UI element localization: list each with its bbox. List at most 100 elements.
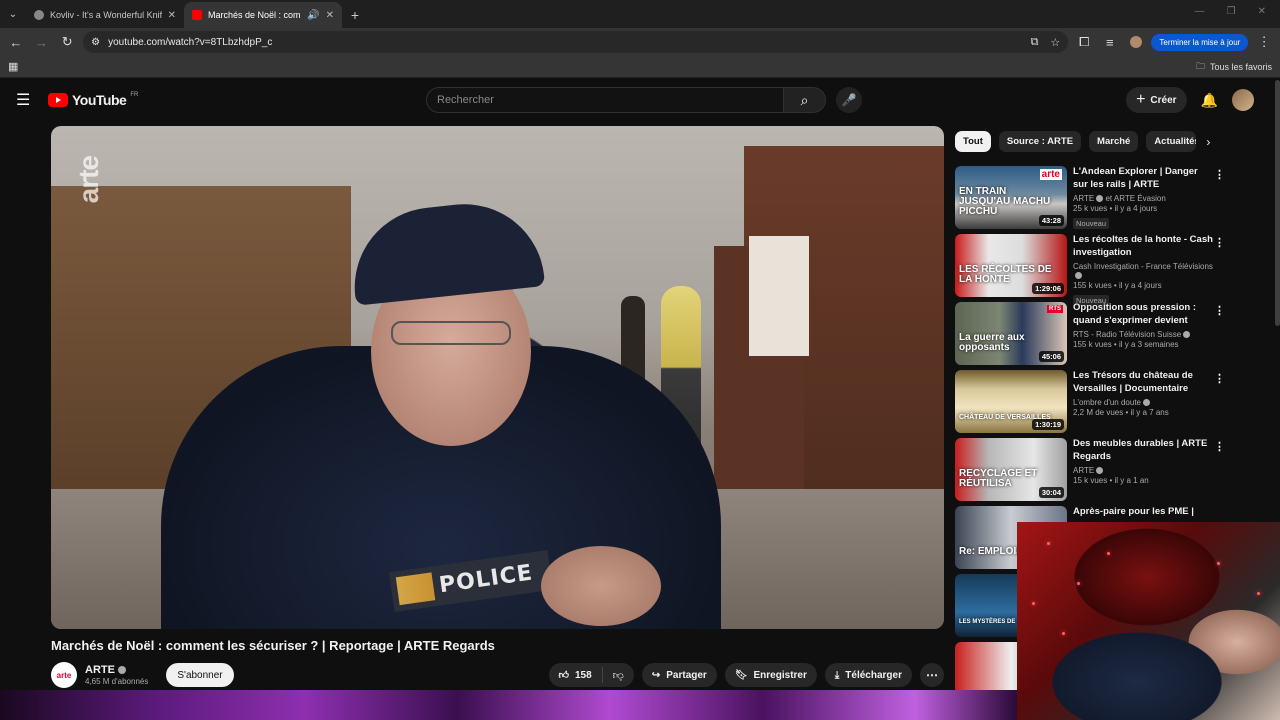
voice-search-button[interactable]: 🎤	[836, 87, 862, 113]
verified-icon	[117, 665, 126, 674]
chrome-menu-icon[interactable]: ⋮	[1254, 32, 1274, 52]
video-player[interactable]: POLICE arte	[51, 126, 944, 629]
video-frame-hand	[541, 546, 661, 626]
all-bookmarks-button[interactable]: 🗀 Tous les favoris	[1196, 59, 1272, 75]
video-frame-sign	[749, 236, 809, 356]
video-actions: 👍︎ 158 👎︎ ↪ Partager 🔖︎ Enregistrer ⤓ Téléch…	[548, 663, 944, 687]
video-thumbnail[interactable]: LES RÉCOLTES DE LA HONTE 1:29:06	[955, 234, 1067, 297]
tab-search-button[interactable]: ⌄	[0, 0, 26, 28]
search-input[interactable]	[426, 87, 784, 113]
profile-icon[interactable]	[1126, 32, 1146, 52]
subscribe-button[interactable]: S'abonner	[166, 663, 234, 687]
more-actions-button[interactable]: ⋯	[920, 663, 944, 687]
install-app-icon[interactable]: ⧉	[1031, 36, 1039, 49]
like-count: 158	[574, 669, 592, 681]
recommendation-title[interactable]: Après-paire pour les PME |	[1073, 506, 1213, 519]
save-button[interactable]: 🔖︎ Enregistrer	[724, 663, 817, 687]
address-bar[interactable]: ⚙ youtube.com/watch?v=8TLbzhdpP_c ⧉ ☆	[83, 31, 1069, 53]
chevron-right-icon[interactable]: ›	[1206, 135, 1210, 149]
close-tab-icon[interactable]: ✕	[326, 10, 334, 21]
recommendation-title[interactable]: Les Trésors du château de Versailles | D…	[1073, 370, 1213, 396]
close-window-icon[interactable]: ✕	[1258, 6, 1266, 17]
browser-tab-strip: ⌄ Kovliv - It's a Wonderful Knife ( ✕ Ma…	[0, 0, 1280, 28]
chip-all[interactable]: Tout	[955, 131, 991, 152]
recommendation-title[interactable]: Les récoltes de la honte - Cash investig…	[1073, 234, 1213, 260]
reload-icon[interactable]: ↻	[57, 32, 77, 52]
badge-patch	[395, 572, 436, 606]
notifications-bell-icon[interactable]: 🔔	[1201, 92, 1218, 109]
thumb-logo: arte	[1039, 169, 1062, 180]
minimize-icon[interactable]: —	[1195, 6, 1205, 17]
hamburger-menu-icon[interactable]: ☰	[16, 90, 36, 110]
more-vertical-icon[interactable]: ⋮	[1214, 372, 1225, 385]
subscriber-count: 4,65 M d'abonnés	[85, 676, 149, 686]
recommendation-channel[interactable]: ARTE	[1073, 194, 1094, 203]
speaker-icon[interactable]: 🔊	[307, 10, 319, 21]
recommendation-info: L'Andean Explorer | Danger sur les rails…	[1073, 166, 1213, 229]
recommendation-item[interactable]: CHÂTEAU DE VERSAILLES 1:30:19 Les Trésor…	[955, 370, 1225, 433]
recommendation-item[interactable]: RECYCLAGE ET RÉUTILISA 30:04 Des meubles…	[955, 438, 1225, 501]
reading-list-icon[interactable]: ≡	[1100, 32, 1120, 52]
url-text[interactable]: youtube.com/watch?v=8TLbzhdpP_c	[108, 37, 272, 48]
recommendation-item[interactable]: RTS La guerre aux opposants 45:06 Opposi…	[955, 302, 1225, 365]
video-thumbnail[interactable]: CHÂTEAU DE VERSAILLES 1:30:19	[955, 370, 1067, 433]
recommendation-title[interactable]: L'Andean Explorer | Danger sur les rails…	[1073, 166, 1213, 192]
duration-badge: 1:30:19	[1032, 419, 1064, 430]
close-tab-icon[interactable]: ✕	[168, 10, 176, 21]
back-arrow-icon[interactable]: ←	[6, 32, 26, 52]
related-filter-chips: Tout Source : ARTE Marché Actualités p ›	[955, 131, 1215, 152]
video-thumbnail[interactable]: RTS La guerre aux opposants 45:06	[955, 302, 1067, 365]
recommendation-channel[interactable]: Cash Investigation - France Télévisions	[1073, 262, 1213, 271]
user-avatar[interactable]	[1232, 89, 1254, 111]
globe-icon	[34, 10, 44, 20]
thumbs-down-icon: 👎︎	[612, 669, 624, 682]
more-vertical-icon[interactable]: ⋮	[1214, 440, 1225, 453]
bookmark-star-icon[interactable]: ☆	[1050, 36, 1060, 49]
recommendation-item[interactable]: arte EN TRAIN JUSQU'AU MACHU PICCHU 43:2…	[955, 166, 1225, 229]
page-scrollbar[interactable]	[1275, 80, 1280, 326]
tab-kovliv[interactable]: Kovliv - It's a Wonderful Knife ( ✕	[26, 2, 184, 28]
tab-title: Kovliv - It's a Wonderful Knife (	[50, 10, 162, 20]
recommendation-channel-row: ARTE	[1073, 466, 1213, 475]
youtube-logo[interactable]: YouTube FR	[48, 92, 138, 108]
recommendation-channel[interactable]: ARTE	[1073, 466, 1094, 475]
more-vertical-icon[interactable]: ⋮	[1214, 304, 1225, 317]
recommendation-channel[interactable]: RTS - Radio Télévision Suisse	[1073, 330, 1181, 339]
recommendation-title[interactable]: Des meubles durables | ARTE Regards	[1073, 438, 1213, 464]
like-button[interactable]: 👍︎ 158	[549, 667, 603, 683]
site-info-icon[interactable]: ⚙	[91, 37, 100, 48]
chip-actualites[interactable]: Actualités p	[1146, 131, 1197, 152]
tab-youtube[interactable]: Marchés de Noël : commen 🔊 ✕	[184, 2, 342, 28]
chip-marche[interactable]: Marché	[1089, 131, 1139, 152]
update-button[interactable]: Terminer la mise à jour	[1151, 33, 1249, 51]
share-icon: ↪	[651, 669, 661, 681]
chip-source-arte[interactable]: Source : ARTE	[998, 131, 1082, 152]
download-button[interactable]: ⤓ Télécharger	[824, 663, 912, 687]
light-dot	[1107, 552, 1110, 555]
tab-title: Marchés de Noël : commen	[208, 10, 301, 20]
recommendation-channel-row: RTS - Radio Télévision Suisse	[1073, 330, 1213, 339]
recommendation-channel[interactable]: L'ombre d'un doute	[1073, 398, 1141, 407]
restore-icon[interactable]: ❐	[1227, 6, 1236, 17]
more-vertical-icon[interactable]: ⋮	[1214, 236, 1225, 249]
recommendation-title[interactable]: Opposition sous pression : quand s'expri…	[1073, 302, 1213, 328]
more-vertical-icon[interactable]: ⋮	[1214, 168, 1225, 181]
dislike-button[interactable]: 👎︎	[603, 669, 634, 682]
channel-avatar[interactable]: arte	[51, 662, 77, 688]
youtube-play-icon	[48, 93, 68, 107]
video-thumbnail[interactable]: RECYCLAGE ET RÉUTILISA 30:04	[955, 438, 1067, 501]
share-button[interactable]: ↪ Partager	[641, 663, 717, 687]
channel-name[interactable]: ARTE	[85, 664, 115, 676]
light-dot	[1217, 562, 1220, 565]
recommendation-channel-row: L'ombre d'un doute	[1073, 398, 1213, 407]
video-thumbnail[interactable]: arte EN TRAIN JUSQU'AU MACHU PICCHU 43:2…	[955, 166, 1067, 229]
forward-arrow-icon[interactable]: →	[32, 32, 52, 52]
extensions-icon[interactable]: ⧠	[1074, 32, 1094, 52]
search-button[interactable]: ⌕	[784, 87, 826, 113]
new-tab-button[interactable]: +	[342, 2, 368, 28]
verified-icon	[1096, 467, 1104, 475]
create-button[interactable]: + Créer	[1126, 87, 1187, 113]
apps-grid-icon[interactable]: ▦	[8, 60, 18, 73]
share-label: Partager	[666, 669, 707, 681]
recommendation-item[interactable]: LES RÉCOLTES DE LA HONTE 1:29:06 Les réc…	[955, 234, 1225, 306]
